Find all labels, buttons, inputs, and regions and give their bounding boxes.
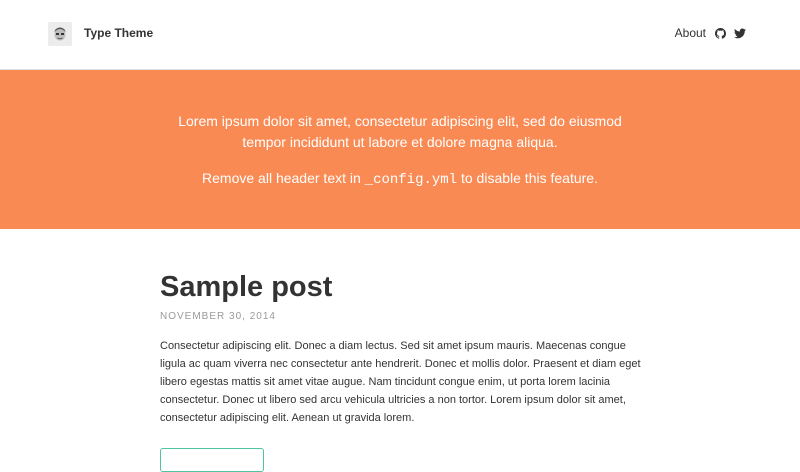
config-filename: _config.yml	[364, 172, 458, 188]
hero-intro-text: Lorem ipsum dolor sit amet, consectetur …	[178, 113, 622, 150]
avatar-icon[interactable]	[48, 22, 72, 46]
avatar-face	[54, 27, 66, 41]
hero-config-note: Remove all header text in _config.yml to…	[0, 168, 800, 191]
hero-note-before: Remove all header text in	[202, 170, 365, 186]
post-title-link[interactable]: Sample post	[160, 268, 650, 306]
post-excerpt: Consectetur adipiscing elit. Donec a dia…	[160, 340, 641, 424]
github-icon[interactable]	[714, 27, 726, 39]
post-preview: Sample post NOVEMBER 30, 2014 Consectetu…	[160, 268, 650, 427]
read-more-button[interactable]	[160, 448, 264, 472]
hero-note-after: to disable this feature.	[457, 170, 598, 186]
site-header: Type Theme About	[0, 0, 800, 70]
twitter-icon[interactable]	[734, 27, 746, 39]
nav-about-link[interactable]: About	[675, 25, 706, 41]
site-title-link[interactable]: Type Theme	[84, 25, 153, 41]
post-date: NOVEMBER 30, 2014	[160, 311, 276, 322]
hero-banner: Lorem ipsum dolor sit amet, consectetur …	[0, 70, 800, 229]
nav-links: About	[675, 25, 746, 41]
